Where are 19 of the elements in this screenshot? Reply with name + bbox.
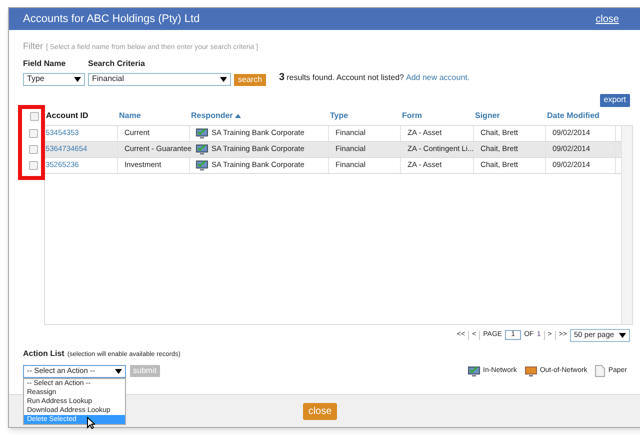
close-link[interactable]: close	[596, 12, 619, 26]
column-header[interactable]: Name	[119, 110, 141, 122]
column-header[interactable]: Type	[330, 110, 348, 122]
result-text: results found. Account not listed?	[286, 72, 404, 84]
column-header[interactable]: Date Modified	[547, 110, 600, 122]
column-header[interactable]: Responder	[191, 110, 241, 122]
field-label: Field Name	[23, 58, 67, 70]
column-header[interactable]: Form	[402, 110, 422, 122]
export-button[interactable]: export	[600, 94, 630, 106]
action-list-label: Action List	[23, 348, 64, 360]
filter-label: Filter	[23, 40, 43, 53]
window-title: Accounts for ABC Holdings (Pty) Ltd	[23, 12, 200, 27]
field-label: Search Criteria	[88, 58, 146, 70]
result-count: 3	[279, 70, 285, 84]
column-header: Account ID	[46, 110, 88, 122]
column-header[interactable]: Signer	[475, 110, 500, 122]
add-account-link[interactable]: Add new account.	[406, 72, 470, 84]
field-name-select[interactable]: Type	[23, 72, 85, 86]
search-criteria-select[interactable]: Financial	[88, 72, 231, 86]
